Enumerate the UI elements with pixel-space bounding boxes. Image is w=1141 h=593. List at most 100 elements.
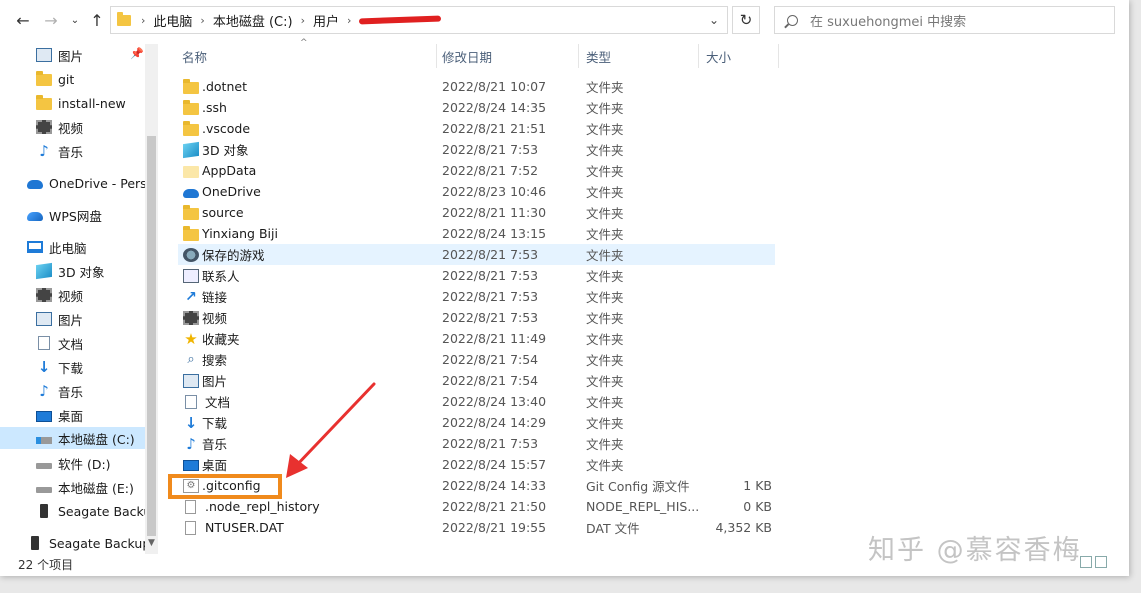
- folder-icon: [183, 120, 199, 136]
- file-row[interactable]: ↗ 链接 2022/8/21 7:53 文件夹: [178, 286, 775, 307]
- scroll-down-icon[interactable]: ▼: [145, 538, 158, 548]
- file-name: 视频: [202, 311, 228, 326]
- file-row[interactable]: .vscode 2022/8/21 21:51 文件夹: [178, 118, 775, 139]
- back-arrow-icon[interactable]: ←: [10, 7, 36, 33]
- picture-icon: [183, 373, 199, 388]
- file-type: 文件夹: [586, 416, 624, 431]
- file-name: .dotnet: [202, 79, 247, 94]
- sidebar-item-downloads[interactable]: ↓ 下载: [0, 356, 145, 378]
- music-icon: ♪: [186, 434, 196, 453]
- sidebar-item-pictures[interactable]: 图片 📌: [0, 44, 145, 66]
- file-row[interactable]: 图片 2022/8/21 7:54 文件夹: [178, 370, 775, 391]
- folder-icon: [36, 95, 52, 110]
- sidebar-item-onedrive[interactable]: OneDrive - Perso: [0, 172, 154, 194]
- large-icons-view-icon[interactable]: [1095, 556, 1107, 568]
- file-date: 2022/8/24 15:57: [442, 457, 547, 472]
- sidebar-item-wps-cloud[interactable]: WPS网盘: [0, 204, 145, 226]
- sidebar-item-music[interactable]: ♪ 音乐: [0, 140, 145, 162]
- sidebar-item-3d-objects[interactable]: 3D 对象: [0, 260, 145, 282]
- file-name-cell: ⌕ 搜索: [183, 350, 433, 369]
- file-name: .ssh: [202, 100, 227, 115]
- file-type: 文件夹: [586, 122, 624, 137]
- sidebar-item-drive-e[interactable]: 本地磁盘 (E:): [0, 476, 145, 498]
- sidebar-item-documents[interactable]: 文档: [0, 332, 145, 354]
- sidebar-item-seagate-1[interactable]: Seagate Backu: [0, 500, 151, 522]
- sidebar-item-local-disk-c[interactable]: 本地磁盘 (C:): [0, 427, 145, 449]
- sidebar-item-desktop[interactable]: 桌面: [0, 404, 145, 426]
- file-date: 2022/8/24 14:33: [442, 478, 547, 493]
- details-view-icon[interactable]: [1080, 556, 1092, 568]
- address-bar[interactable]: › 此电脑 › 本地磁盘 (C:) › 用户 › ⌄: [110, 6, 728, 34]
- column-header-type[interactable]: 类型: [586, 44, 611, 68]
- breadcrumb-local-disk-c[interactable]: 本地磁盘 (C:): [213, 11, 293, 30]
- up-arrow-icon[interactable]: ↑: [84, 7, 110, 33]
- file-type: 文件夹: [586, 185, 624, 200]
- breadcrumb-users[interactable]: 用户: [313, 11, 339, 30]
- sidebar-item-label: WPS网盘: [49, 208, 102, 224]
- folder-icon: [183, 99, 199, 115]
- file-row[interactable]: .ssh 2022/8/24 14:35 文件夹: [178, 97, 775, 118]
- column-divider[interactable]: [578, 44, 579, 68]
- file-type: Git Config 源文件: [586, 479, 690, 494]
- column-divider[interactable]: [698, 44, 699, 68]
- sidebar-item-seagate-2[interactable]: Seagate Backup: [0, 532, 150, 554]
- file-name-cell: AppData: [183, 163, 433, 178]
- file-date: 2022/8/23 10:46: [442, 184, 547, 199]
- file-row[interactable]: ♪ 音乐 2022/8/21 7:53 文件夹: [178, 433, 775, 454]
- file-type: 文件夹: [586, 353, 624, 368]
- address-dropdown-icon[interactable]: ⌄: [709, 13, 719, 27]
- file-row[interactable]: 保存的游戏 2022/8/21 7:53 文件夹: [178, 244, 775, 265]
- column-divider[interactable]: [778, 44, 779, 68]
- sidebar-item-label: Seagate Backup: [49, 535, 151, 551]
- file-name-cell: ★ 收藏夹: [183, 329, 433, 348]
- file-name: 保存的游戏: [202, 248, 265, 263]
- forward-arrow-icon[interactable]: →: [38, 7, 64, 33]
- refresh-button[interactable]: ↻: [732, 6, 760, 34]
- file-row[interactable]: OneDrive 2022/8/23 10:46 文件夹: [178, 181, 775, 202]
- file-row[interactable]: 3D 对象 2022/8/21 7:53 文件夹: [178, 139, 775, 160]
- sidebar-item-git[interactable]: git: [0, 68, 145, 90]
- file-date: 2022/8/21 7:53: [442, 142, 539, 157]
- sidebar-scroll-thumb[interactable]: [147, 136, 156, 536]
- sidebar-item-music-pc[interactable]: ♪ 音乐: [0, 380, 145, 402]
- redacted-username-mark: [359, 15, 442, 25]
- column-header-size[interactable]: 大小: [706, 44, 731, 68]
- sidebar-item-videos-pc[interactable]: 视频: [0, 284, 145, 306]
- sidebar-item-this-pc[interactable]: 此电脑: [0, 236, 145, 258]
- column-divider[interactable]: [436, 44, 437, 68]
- sidebar-item-label: 3D 对象: [58, 264, 105, 280]
- sidebar-item-install-new[interactable]: install-new: [0, 92, 145, 114]
- sidebar-item-drive-d[interactable]: 软件 (D:): [0, 452, 145, 474]
- status-item-count: 22 个项目: [18, 558, 74, 572]
- pin-icon[interactable]: 📌: [130, 47, 144, 60]
- breadcrumb-this-pc[interactable]: 此电脑: [153, 11, 192, 30]
- sidebar-item-label: 桌面: [58, 408, 84, 424]
- sidebar-item-label: 音乐: [58, 384, 84, 400]
- column-header-name[interactable]: 名称: [182, 44, 207, 68]
- file-row[interactable]: ★ 收藏夹 2022/8/21 11:49 文件夹: [178, 328, 775, 349]
- sidebar-item-pictures-pc[interactable]: 图片: [0, 308, 145, 330]
- file-row[interactable]: 视频 2022/8/21 7:53 文件夹: [178, 307, 775, 328]
- file-row[interactable]: .node_repl_history 2022/8/21 21:50 NODE_RE…: [178, 496, 775, 517]
- file-name: .vscode: [202, 121, 251, 136]
- file-row[interactable]: AppData 2022/8/21 7:52 文件夹: [178, 160, 775, 181]
- file-row[interactable]: 文档 2022/8/24 13:40 文件夹: [178, 391, 775, 412]
- sort-ascending-icon: ^: [300, 38, 308, 48]
- file-row[interactable]: Yinxiang Biji 2022/8/24 13:15 文件夹: [178, 223, 775, 244]
- document-icon: [38, 336, 50, 350]
- desktop-icon: [183, 460, 199, 471]
- file-row[interactable]: 桌面 2022/8/24 15:57 文件夹: [178, 454, 775, 475]
- file-row[interactable]: ↓ 下载 2022/8/24 14:29 文件夹: [178, 412, 775, 433]
- sidebar-item-label: 视频: [58, 120, 84, 136]
- file-type: 文件夹: [586, 206, 624, 221]
- file-row[interactable]: NTUSER.DAT 2022/8/21 19:55 DAT 文件 4,352 KB: [178, 517, 775, 538]
- column-header-date[interactable]: 修改日期: [442, 44, 492, 68]
- sidebar-item-label: 本地磁盘 (E:): [58, 480, 134, 496]
- file-row[interactable]: .dotnet 2022/8/21 10:07 文件夹: [178, 76, 775, 97]
- search-input[interactable]: 在 suxuehongmei 中搜索: [774, 6, 1115, 34]
- file-row[interactable]: ⌕ 搜索 2022/8/21 7:54 文件夹: [178, 349, 775, 370]
- file-row[interactable]: source 2022/8/21 11:30 文件夹: [178, 202, 775, 223]
- sidebar-item-videos[interactable]: 视频: [0, 116, 145, 138]
- file-row[interactable]: 联系人 2022/8/21 7:53 文件夹: [178, 265, 775, 286]
- onedrive-icon: [183, 188, 199, 198]
